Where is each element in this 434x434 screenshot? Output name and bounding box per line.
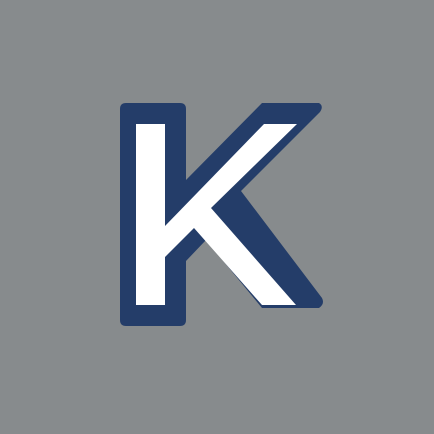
- letter-k-icon: [120, 103, 323, 326]
- app-icon-canvas: [0, 0, 434, 434]
